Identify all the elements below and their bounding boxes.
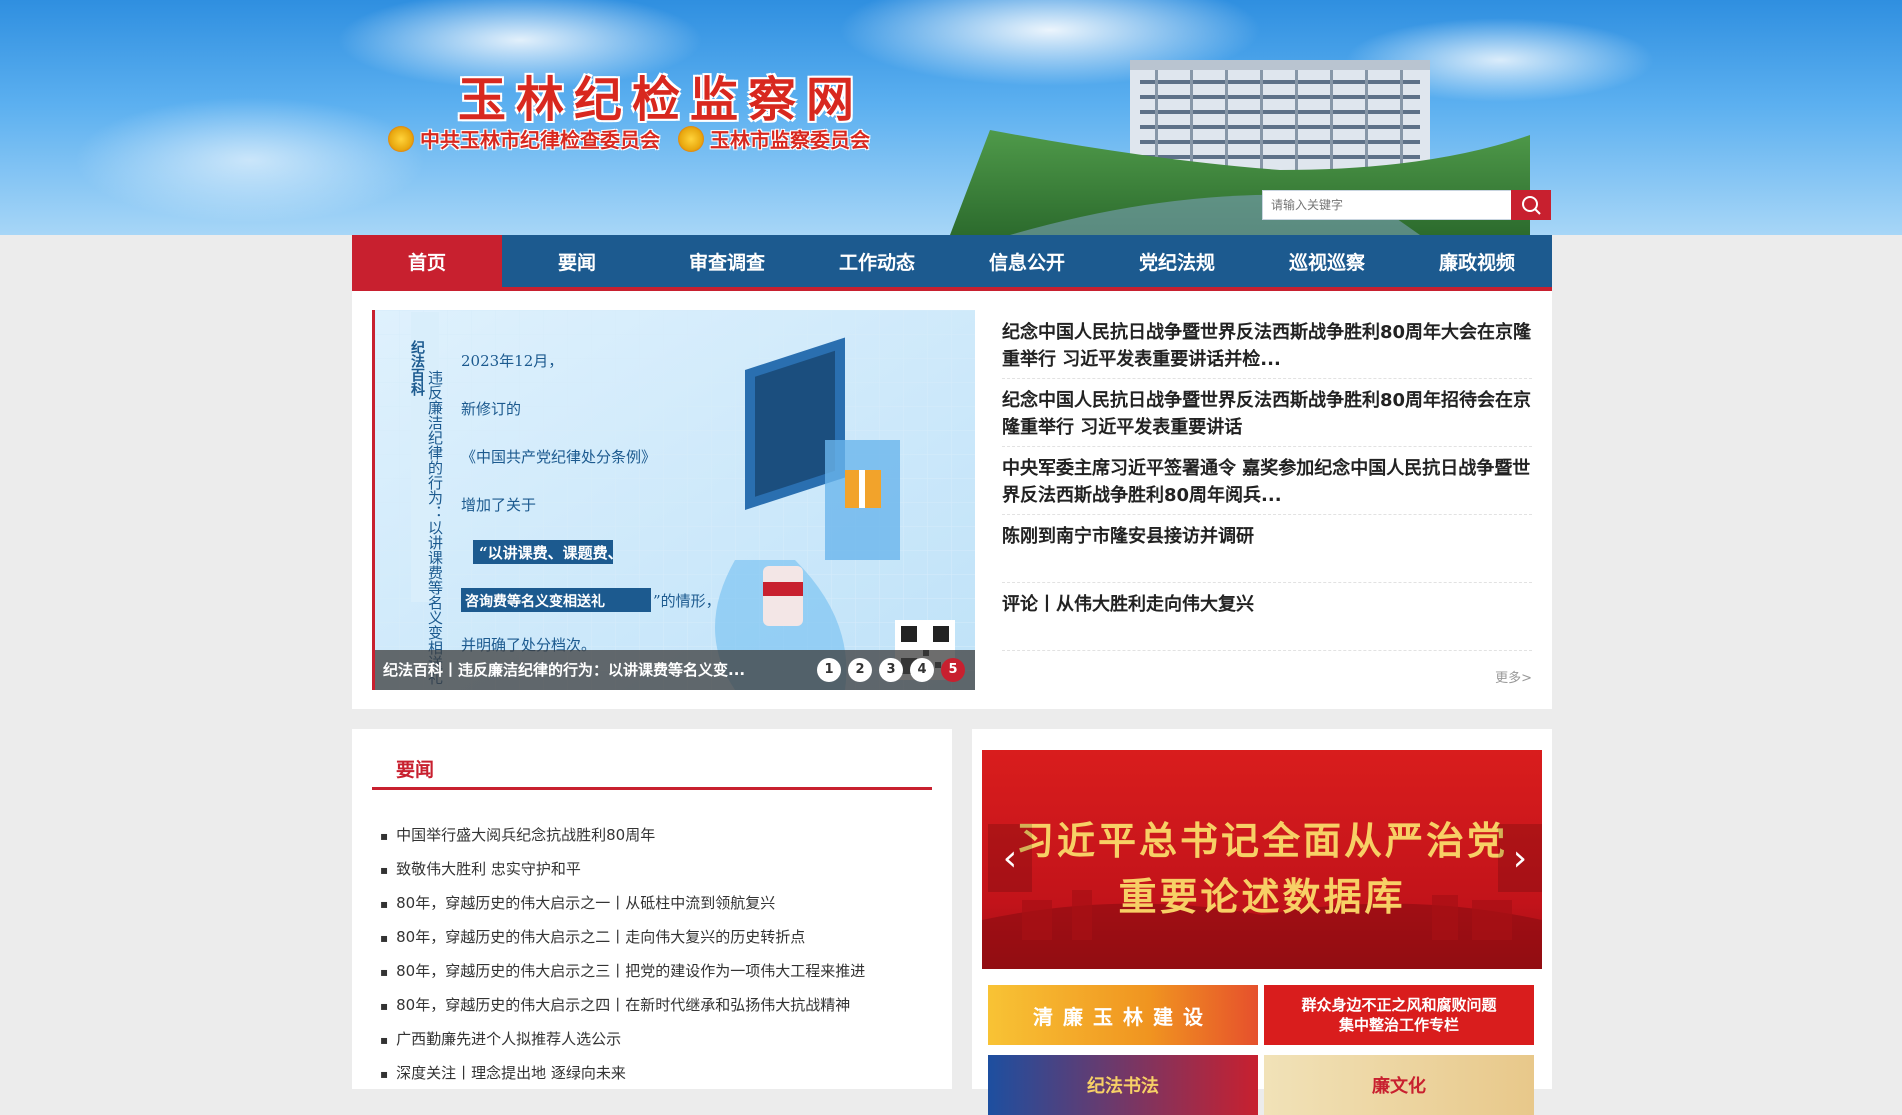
slider-dot-5[interactable]: 5 bbox=[941, 658, 965, 682]
news-item[interactable]: 80年，穿越历史的伟大启示之三丨把党的建设作为一项伟大工程来推进 bbox=[380, 960, 930, 994]
headline-item[interactable]: 纪念中国人民抗日战争暨世界反法西斯战争胜利80周年招待会在京隆重举行 习近平发表… bbox=[1002, 379, 1532, 447]
slider-dot-1[interactable]: 1 bbox=[817, 658, 841, 682]
banner-next-button[interactable]: › bbox=[1498, 824, 1542, 892]
nav-item-inspection[interactable]: 巡视巡察 bbox=[1252, 235, 1402, 287]
tile-integrity-culture[interactable]: 廉文化 bbox=[1264, 1055, 1534, 1115]
nav-item-info-disclosure[interactable]: 信息公开 bbox=[952, 235, 1102, 287]
slider-dot-4[interactable]: 4 bbox=[910, 658, 934, 682]
slide-highlight-2: 咨询费等名义变相送礼 bbox=[465, 593, 605, 610]
banner-line-2: 重要论述数据库 bbox=[1118, 875, 1406, 919]
news-panel: 要闻 中国举行盛大阅兵纪念抗战胜利80周年 致敬伟大胜利 忠实守护和平 80年，… bbox=[352, 729, 952, 1089]
subtitle-discipline-commission: 中共玉林市纪律检查委员会 bbox=[420, 128, 660, 152]
headline-item[interactable]: 中央军委主席习近平签署通令 嘉奖参加纪念中国人民抗日战争暨世界反法西斯战争胜利8… bbox=[1002, 447, 1532, 515]
featured-slider[interactable]: 纪法百科 违反廉洁纪律的行为：以讲课费等名义变相送礼 2023年12月， 新修订… bbox=[372, 310, 975, 690]
news-section-title[interactable]: 要闻 bbox=[396, 755, 434, 782]
more-link[interactable]: 更多> bbox=[1495, 667, 1532, 686]
news-item[interactable]: 80年，穿越历史的伟大启示之二丨走向伟大复兴的历史转折点 bbox=[380, 926, 930, 960]
news-item[interactable]: 80年，穿越历史的伟大启示之四丨在新时代继承和弘扬伟大抗战精神 bbox=[380, 994, 930, 1028]
national-emblem-icon bbox=[678, 125, 704, 152]
news-item[interactable]: 深度关注丨理念提出地 逐绿向未来 bbox=[380, 1062, 930, 1096]
headline-item[interactable]: 纪念中国人民抗日战争暨世界反法西斯战争胜利80周年大会在京隆重举行 习近平发表重… bbox=[1002, 311, 1532, 379]
nav-item-home[interactable]: 首页 bbox=[352, 235, 502, 287]
tile2-line-1: 群众身边不正之风和腐败问题 bbox=[1301, 996, 1497, 1014]
headline-list: 纪念中国人民抗日战争暨世界反法西斯战争胜利80周年大会在京隆重举行 习近平发表重… bbox=[1002, 311, 1532, 651]
nav-item-party-law[interactable]: 党纪法规 bbox=[1102, 235, 1252, 287]
search-input[interactable] bbox=[1262, 190, 1512, 220]
slider-dots: 1 2 3 4 5 bbox=[810, 658, 965, 682]
nav-item-work-updates[interactable]: 工作动态 bbox=[802, 235, 952, 287]
news-item[interactable]: 80年，穿越历史的伟大启示之一丨从砥柱中流到领航复兴 bbox=[380, 892, 930, 926]
banner-prev-button[interactable]: ‹ bbox=[988, 824, 1032, 892]
site-title[interactable]: 玉林纪检监察网 bbox=[458, 60, 864, 130]
news-list: 中国举行盛大阅兵纪念抗战胜利80周年 致敬伟大胜利 忠实守护和平 80年，穿越历… bbox=[380, 824, 930, 1096]
nav-item-investigation[interactable]: 审查调查 bbox=[652, 235, 802, 287]
slide-caption-text[interactable]: 纪法百科丨违反廉洁纪律的行为：以讲课费等名义变... bbox=[383, 650, 745, 690]
slide-highlight-1: “以讲课费、课题费、 bbox=[479, 544, 623, 562]
feature-banners-panel: 习近平总书记全面从严治党 重要论述数据库 ‹ › 清廉玉林建设 群众身边不正之风… bbox=[972, 729, 1552, 1115]
tile2-line-2: 集中整治工作专栏 bbox=[1338, 1016, 1459, 1034]
slide-line-4: 增加了关于 bbox=[461, 496, 536, 514]
slide-line-date: 2023年12月， bbox=[461, 352, 563, 370]
main-nav: 首页 要闻 审查调查 工作动态 信息公开 党纪法规 巡视巡察 廉政视频 bbox=[352, 235, 1552, 291]
banner-line-1: 习近平总书记全面从严治党 bbox=[1015, 819, 1508, 863]
tile-clean-yulin[interactable]: 清廉玉林建设 bbox=[988, 985, 1258, 1045]
featured-panel: 纪法百科 违反廉洁纪律的行为：以讲课费等名义变相送礼 2023年12月， 新修订… bbox=[352, 291, 1552, 709]
slider-dot-2[interactable]: 2 bbox=[848, 658, 872, 682]
slide-line-2: 新修订的 bbox=[461, 400, 521, 418]
slider-dot-3[interactable]: 3 bbox=[879, 658, 903, 682]
slide-vertical-title: 纪法百科 bbox=[409, 339, 425, 397]
search-button[interactable] bbox=[1511, 190, 1551, 220]
search-icon bbox=[1522, 196, 1541, 215]
news-item[interactable]: 致敬伟大胜利 忠实守护和平 bbox=[380, 858, 930, 892]
headline-item[interactable]: 陈刚到南宁市隆安县接访并调研 bbox=[1002, 515, 1532, 583]
site-header: 玉林纪检监察网 中共玉林市纪律检查委员会 玉林市监察委员会 bbox=[0, 0, 1902, 235]
nav-item-videos[interactable]: 廉政视频 bbox=[1402, 235, 1552, 287]
news-item[interactable]: 广西勤廉先进个人拟推荐人选公示 bbox=[380, 1028, 930, 1062]
slide-line-5: ”的情形， bbox=[653, 592, 721, 610]
slide-line-3: 《中国共产党纪律处分条例》 bbox=[461, 448, 656, 466]
database-banner[interactable]: 习近平总书记全面从严治党 重要论述数据库 ‹ › bbox=[982, 750, 1542, 969]
party-emblem-icon bbox=[388, 125, 414, 152]
tile-calligraphy[interactable]: 纪法书法 bbox=[988, 1055, 1258, 1115]
nav-item-news[interactable]: 要闻 bbox=[502, 235, 652, 287]
chevron-right-icon: › bbox=[1512, 837, 1528, 879]
headline-item[interactable]: 评论丨从伟大胜利走向伟大复兴 bbox=[1002, 583, 1532, 651]
news-divider bbox=[372, 787, 932, 790]
slide-image: 纪法百科 违反廉洁纪律的行为：以讲课费等名义变相送礼 2023年12月， 新修订… bbox=[375, 310, 975, 690]
news-item[interactable]: 中国举行盛大阅兵纪念抗战胜利80周年 bbox=[380, 824, 930, 858]
chevron-left-icon: ‹ bbox=[1002, 837, 1018, 879]
subtitle-row: 中共玉林市纪律检查委员会 玉林市监察委员会 bbox=[388, 124, 888, 153]
subtitle-supervision-commission: 玉林市监察委员会 bbox=[710, 128, 870, 152]
slide-vertical-text: 违反廉洁纪律的行为：以讲课费等名义变相送礼 bbox=[426, 370, 444, 685]
tile-rectification-column[interactable]: 群众身边不正之风和腐败问题 集中整治工作专栏 bbox=[1264, 985, 1534, 1045]
